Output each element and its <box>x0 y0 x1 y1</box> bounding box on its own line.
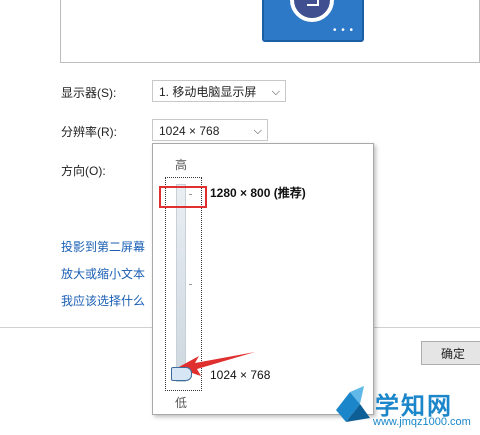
ok-button[interactable]: 确定 <box>421 341 480 365</box>
monitor-number-badge <box>290 0 334 22</box>
project-second-screen-link[interactable]: 投影到第二屏幕 <box>61 238 145 255</box>
display-label: 显示器(S): <box>61 86 117 100</box>
make-text-larger-link[interactable]: 放大或缩小文本 <box>61 265 145 282</box>
chevron-down-icon: ⌵ <box>253 125 262 137</box>
recommended-resolution-label: 1280 × 800 (推荐) <box>210 186 306 200</box>
current-resolution-label: 1024 × 768 <box>210 368 271 382</box>
display-select[interactable]: 1. 移动电脑显示屏 ⌵ <box>152 80 286 102</box>
high-label: 高 <box>175 158 188 172</box>
watermark-url: www.jmqz1000.com <box>373 416 471 428</box>
low-label: 低 <box>175 396 188 410</box>
chevron-down-icon: ⌵ <box>271 86 280 98</box>
slider-tick <box>189 284 192 285</box>
resolution-dropdown-popup: 高 1280 × 800 (推荐) 1024 × 768 低 <box>152 143 374 415</box>
monitor-icon[interactable]: • • • <box>262 0 364 42</box>
what-to-choose-link[interactable]: 我应该选择什么 <box>61 292 145 309</box>
orientation-label: 方向(O): <box>61 164 106 178</box>
resolution-slider-thumb[interactable] <box>171 367 192 381</box>
site-watermark: 学知网 www.jmqz1000.com <box>330 378 480 435</box>
watermark-logo-icon <box>336 386 370 422</box>
monitor-dots: • • • <box>332 25 354 36</box>
resolution-select[interactable]: 1024 × 768 ⌵ <box>152 119 268 141</box>
resolution-label: 分辨率(R): <box>61 125 117 139</box>
display-select-value: 1. 移动电脑显示屏 <box>159 85 257 99</box>
resolution-select-value: 1024 × 768 <box>159 124 220 138</box>
highlight-box <box>159 186 207 208</box>
